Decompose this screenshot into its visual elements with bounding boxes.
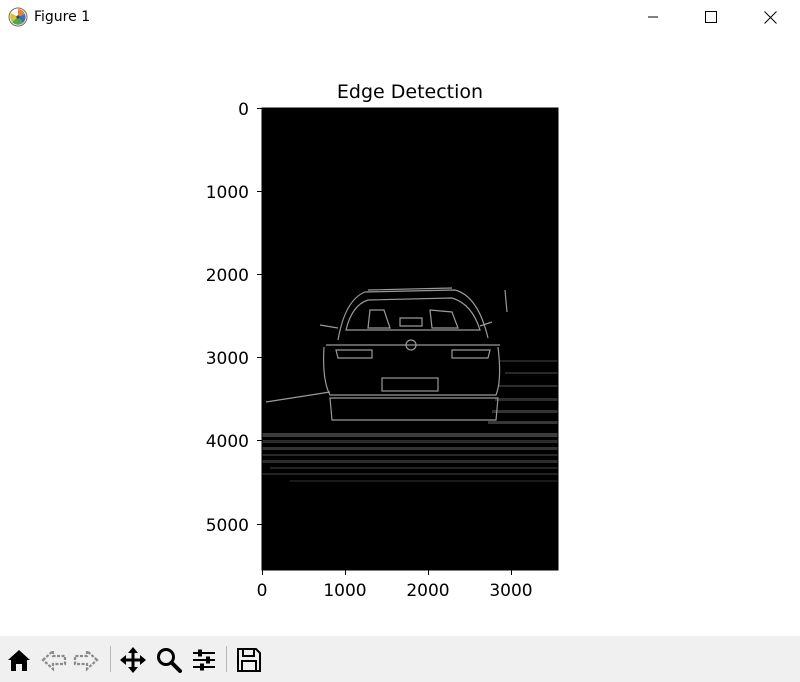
y-tick-label: 5000	[206, 516, 249, 536]
y-tick-label: 3000	[206, 349, 249, 369]
x-tick-label: 0	[257, 581, 268, 601]
plot-svg: Edge Detection 0 1000 2000 3000 4000 500…	[206, 81, 559, 601]
sliders-icon	[193, 649, 215, 671]
close-icon	[763, 10, 777, 24]
matplotlib-app-icon	[8, 7, 28, 27]
save-button[interactable]	[233, 644, 265, 676]
toolbar-separator	[110, 646, 111, 672]
back-button[interactable]	[38, 644, 70, 676]
maximize-icon	[705, 11, 717, 23]
y-tick-label: 0	[238, 100, 249, 120]
x-tick-label: 2000	[406, 581, 449, 601]
zoom-magnifier-icon	[157, 648, 182, 673]
close-button[interactable]	[741, 0, 799, 34]
home-icon	[8, 650, 30, 671]
minimize-icon	[648, 16, 658, 18]
pan-button[interactable]	[117, 644, 149, 676]
back-arrow-icon	[41, 648, 67, 672]
minimize-button[interactable]	[624, 0, 682, 34]
x-tick-label: 3000	[489, 581, 532, 601]
floppy-disk-icon	[237, 648, 261, 672]
y-axis: 0 1000 2000 3000 4000 5000	[206, 100, 262, 536]
navigation-toolbar	[0, 636, 800, 682]
figure-window: Figure 1 Edge Detection 0 1000 2000 3000…	[0, 0, 800, 682]
forward-button[interactable]	[70, 644, 102, 676]
y-tick-label: 2000	[206, 266, 249, 286]
y-tick-label: 1000	[206, 183, 249, 203]
forward-arrow-icon	[73, 648, 99, 672]
x-tick-label: 1000	[323, 581, 366, 601]
edge-image[interactable]	[262, 108, 558, 570]
zoom-button[interactable]	[153, 644, 185, 676]
figure-canvas[interactable]: Edge Detection 0 1000 2000 3000 4000 500…	[0, 34, 800, 636]
y-tick-label: 4000	[206, 432, 249, 452]
home-button[interactable]	[3, 644, 35, 676]
x-axis: 0 1000 2000 3000	[257, 570, 533, 601]
pan-move-icon	[120, 647, 146, 673]
window-title: Figure 1	[34, 9, 91, 25]
configure-subplots-button[interactable]	[188, 644, 220, 676]
plot-title: Edge Detection	[337, 81, 483, 103]
title-bar[interactable]: Figure 1	[0, 0, 800, 34]
maximize-button[interactable]	[682, 0, 740, 34]
toolbar-separator	[226, 646, 227, 672]
